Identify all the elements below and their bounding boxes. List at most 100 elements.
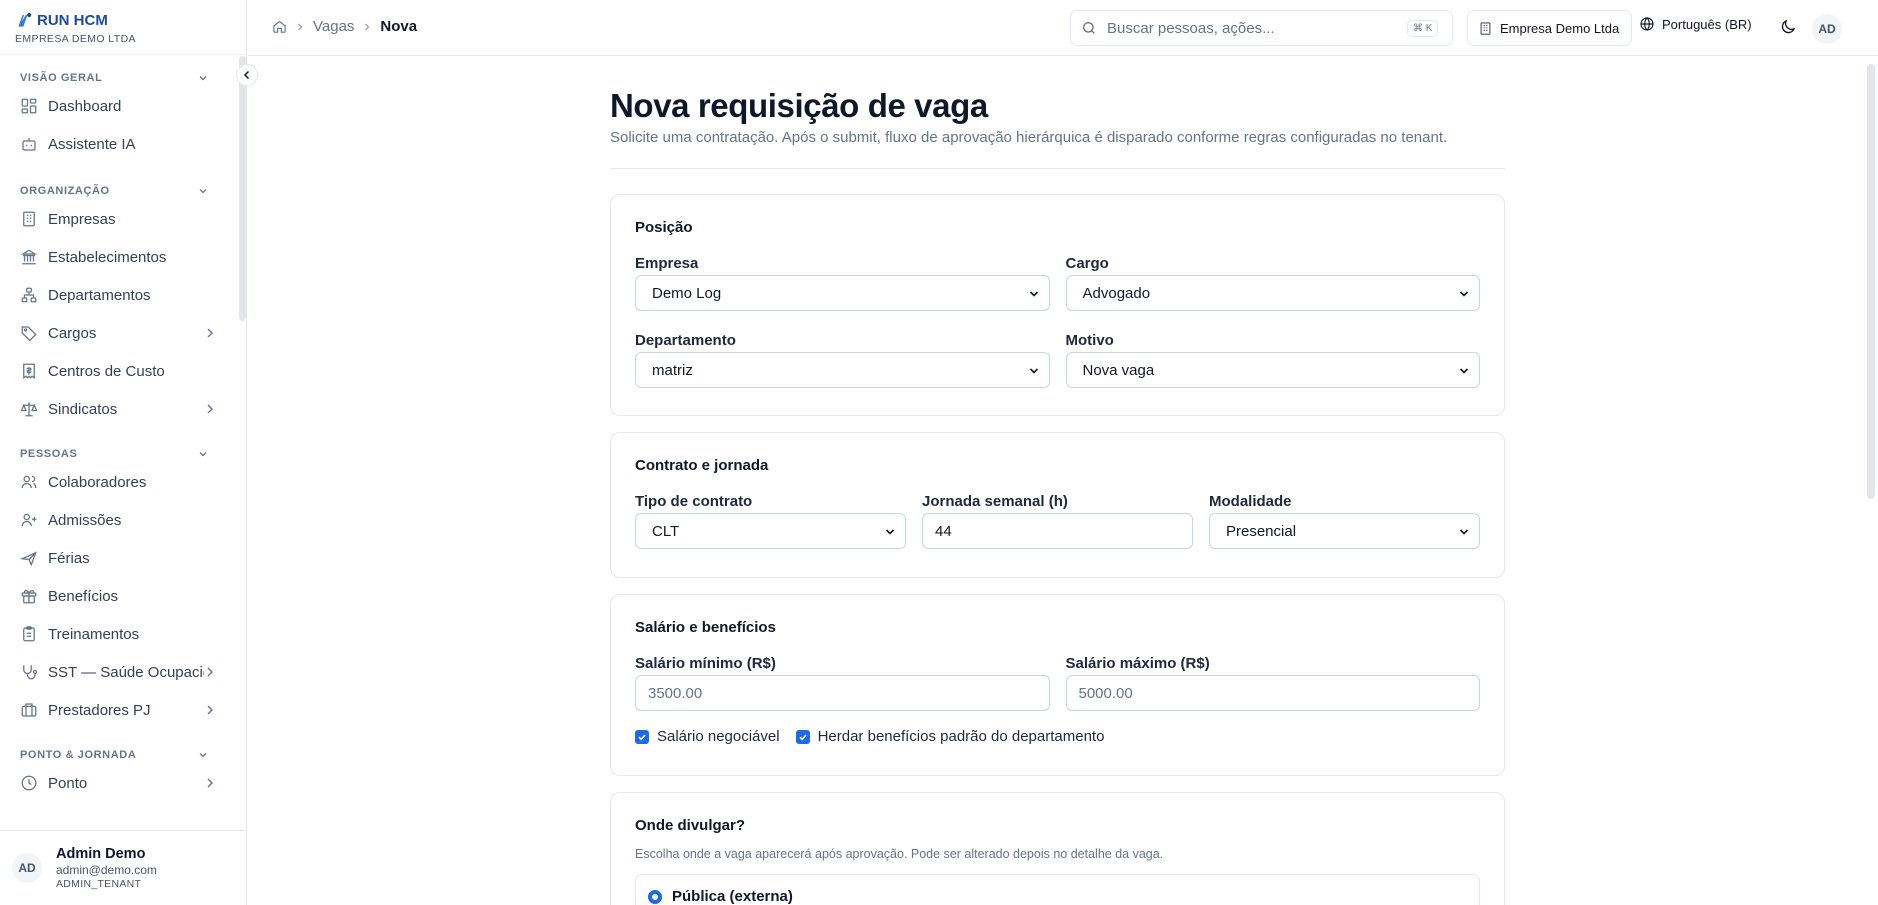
users-icon: [21, 475, 37, 489]
sidebar-item-sindicatos[interactable]: Sindicatos: [0, 390, 238, 428]
sidebar-item-beneficios[interactable]: Benefícios: [0, 577, 238, 615]
scale-icon: [20, 402, 38, 417]
clipboard-icon: [23, 626, 35, 642]
sidebar-item-treinamentos[interactable]: Treinamentos: [0, 615, 238, 653]
chevron-down-icon: [199, 451, 207, 456]
gift-icon: [21, 589, 37, 604]
receipt-icon: [23, 363, 35, 379]
sidebar-item-colaboradores[interactable]: Colaboradores: [0, 463, 238, 501]
checkbox-checked[interactable]: [635, 729, 649, 744]
top-user-avatar[interactable]: AD: [1812, 14, 1842, 44]
page-scrollbar[interactable]: [1867, 64, 1875, 499]
brand-name: RUN HCM: [37, 11, 108, 29]
dashboard-icon: [21, 98, 37, 114]
card-title: Onde divulgar?: [635, 817, 746, 834]
brand-icon: [18, 12, 32, 27]
checkbox-checked[interactable]: [795, 729, 810, 744]
check-icon: [638, 733, 646, 740]
breadcrumb-vagas[interactable]: Vagas: [313, 18, 354, 35]
section-organizacao[interactable]: ORGANIZAÇÃO: [0, 181, 238, 200]
sidebar-scrollbar[interactable]: [239, 56, 246, 321]
sidebar: RUN HCM EMPRESA DEMO LTDA VISÃO GERAL Da…: [0, 0, 247, 905]
salario-maximo-input[interactable]: 5000.00: [1065, 675, 1480, 711]
sidebar-item-label: Assistente IA: [48, 135, 136, 153]
search-input[interactable]: [1107, 19, 1407, 37]
radio-label: Pública (externa): [672, 888, 793, 905]
chevron-right-icon: [207, 404, 213, 414]
globe-icon: [1640, 17, 1654, 31]
language-selector[interactable]: Português (BR): [1639, 16, 1752, 32]
sidebar-item-label: Centros de Custo: [48, 362, 165, 380]
chevron-down-icon: [1029, 291, 1038, 297]
tenant-name: EMPRESA DEMO LTDA: [15, 33, 136, 45]
herdar-beneficios-checkbox[interactable]: Herdar benefícios padrão do departamento: [795, 728, 1105, 745]
collapse-sidebar-button[interactable]: [236, 64, 258, 86]
brand[interactable]: RUN HCM EMPRESA DEMO LTDA: [0, 0, 246, 55]
user-menu[interactable]: AD Admin Demo admin@demo.com ADMIN_TENAN…: [0, 830, 247, 905]
chevron-down-icon: [199, 75, 207, 80]
section-pessoas[interactable]: PESSOAS: [0, 444, 238, 463]
requisition-form: Nova requisição de vaga Solicite uma con…: [610, 57, 1505, 905]
sidebar-item-dashboard[interactable]: Dashboard: [0, 87, 238, 125]
section-visao-geral[interactable]: VISÃO GERAL: [0, 68, 238, 87]
main-content: Nova requisição de vaga Solicite uma con…: [248, 57, 1865, 905]
sidebar-item-empresas[interactable]: Empresas: [0, 200, 238, 238]
tag-icon: [21, 326, 37, 342]
language-label: Português (BR): [1662, 16, 1752, 32]
sidebar-item-cargos[interactable]: Cargos: [0, 314, 238, 352]
departamento-select[interactable]: matriz: [635, 352, 1050, 388]
radio-selected[interactable]: [648, 890, 662, 904]
sidebar-item-label: Benefícios: [48, 587, 119, 605]
sidebar-item-label: Dashboard: [48, 97, 122, 115]
checkbox-label: Herdar benefícios padrão do departamento: [817, 728, 1105, 745]
sidebar-item-assistente-ia[interactable]: Assistente IA: [0, 125, 238, 163]
sidebar-item-prestadores-pj[interactable]: Prestadores PJ: [0, 691, 238, 729]
sidebar-item-estabelecimentos[interactable]: Estabelecimentos: [0, 238, 238, 276]
sidebar-item-label: Admissões: [48, 511, 122, 529]
moon-icon[interactable]: [1779, 18, 1797, 36]
field-label: Salário mínimo (R$): [635, 655, 776, 672]
field-label: Departamento: [635, 332, 736, 349]
user-name: Admin Demo: [56, 845, 146, 862]
stethoscope-icon: [23, 665, 38, 680]
breadcrumb-current: Nova: [380, 18, 418, 35]
select-value: Demo Log: [652, 284, 722, 302]
modalidade-select[interactable]: Presencial: [1209, 513, 1480, 549]
divider: [610, 168, 1505, 169]
sidebar-item-label: Ponto: [48, 774, 88, 792]
user-email: admin@demo.com: [56, 863, 157, 878]
salario-minimo-input[interactable]: 3500.00: [635, 675, 1050, 711]
card-title: Salário e benefícios: [635, 619, 776, 636]
sidebar-item-label: SST — Saúde Ocupacional: [48, 663, 204, 681]
motivo-select[interactable]: Nova vaga: [1065, 352, 1480, 388]
radio-option-publica[interactable]: Pública (externa): [635, 874, 1480, 905]
sidebar-item-departamentos[interactable]: Departamentos: [0, 276, 238, 314]
card-onde-divulgar: Onde divulgar? Escolha onde a vaga apare…: [610, 792, 1505, 905]
jornada-semanal-input[interactable]: 44: [922, 513, 1193, 549]
cargo-select[interactable]: Advogado: [1065, 275, 1480, 311]
field-label: Cargo: [1065, 255, 1109, 272]
building-icon: [1480, 21, 1491, 35]
bot-icon: [22, 138, 36, 151]
salario-negociavel-checkbox[interactable]: Salário negociável: [635, 728, 780, 745]
sidebar-item-ferias[interactable]: Férias: [0, 539, 238, 577]
check-icon: [799, 733, 807, 740]
sidebar-item-centros-de-custo[interactable]: Centros de Custo: [0, 352, 238, 390]
chevron-right-icon: [365, 23, 370, 30]
sidebar-item-label: Prestadores PJ: [48, 701, 151, 719]
network-icon: [21, 287, 37, 303]
global-search[interactable]: ⌘ K: [1070, 10, 1453, 46]
briefcase-icon: [21, 703, 37, 717]
home-icon[interactable]: [272, 19, 287, 34]
field-label: Empresa: [635, 255, 699, 272]
sidebar-item-admissoes[interactable]: Admissões: [0, 501, 238, 539]
select-value: Nova vaga: [1082, 361, 1155, 379]
tipo-contrato-select[interactable]: CLT: [635, 513, 906, 549]
sidebar-item-ponto[interactable]: Ponto: [0, 764, 238, 802]
section-ponto-jornada[interactable]: PONTO & JORNADA: [0, 745, 238, 764]
clock-icon: [21, 775, 37, 791]
empresa-select[interactable]: Demo Log: [635, 275, 1050, 311]
select-value: CLT: [652, 522, 680, 540]
tenant-selector[interactable]: Empresa Demo Ltda: [1467, 10, 1633, 46]
sidebar-item-sst[interactable]: SST — Saúde Ocupacional: [0, 653, 238, 691]
